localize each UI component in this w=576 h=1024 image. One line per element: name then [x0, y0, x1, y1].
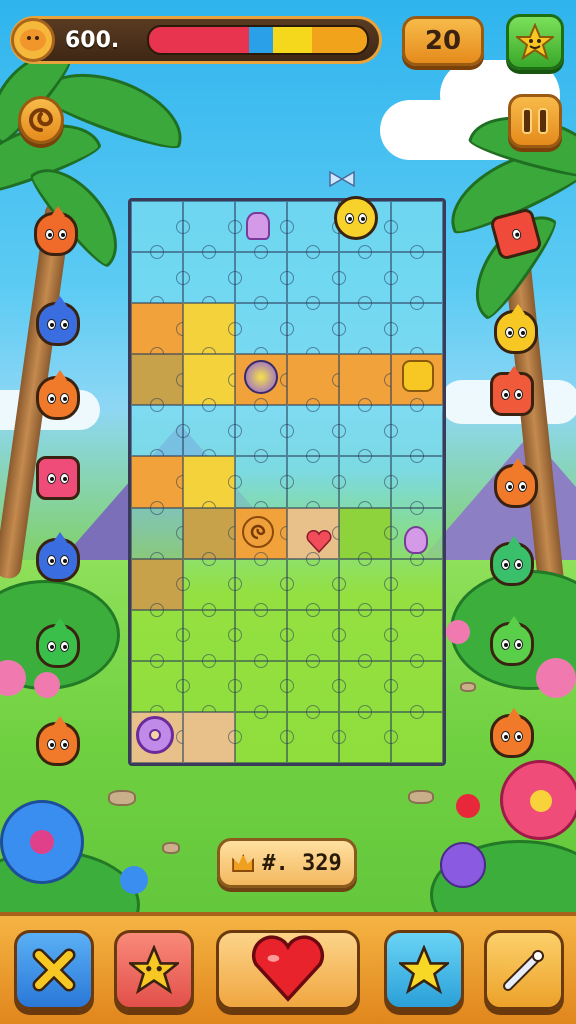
star-icon — [399, 945, 449, 995]
meter-segment — [273, 27, 313, 53]
heart-icon — [251, 935, 325, 1002]
star-boost-button[interactable] — [114, 930, 194, 1010]
rock — [408, 790, 434, 804]
bow-icon — [328, 170, 356, 188]
heart-button[interactable] — [216, 930, 360, 1010]
donut-item[interactable] — [136, 716, 174, 754]
meter-segment — [249, 27, 274, 53]
puzzle-piece[interactable] — [391, 456, 443, 508]
creature-right-3[interactable] — [490, 366, 534, 416]
swirl-icon — [29, 108, 54, 132]
creature-right-7[interactable] — [490, 708, 534, 758]
meter-segment — [149, 27, 250, 53]
star-face-icon — [129, 945, 179, 995]
box-item[interactable] — [402, 360, 434, 392]
star-button[interactable] — [384, 930, 464, 1010]
purple-flower — [440, 842, 486, 888]
puzzle-piece[interactable] — [391, 711, 443, 763]
rock — [162, 842, 180, 854]
creature-left-4[interactable] — [36, 456, 80, 500]
creature-on-board[interactable] — [334, 196, 378, 240]
puzzle-board[interactable] — [128, 198, 446, 766]
rock — [460, 682, 476, 692]
bonus-counter: #. 329 — [217, 838, 357, 888]
swirl-coin-item[interactable] — [242, 516, 274, 548]
creature-right-4[interactable] — [494, 458, 538, 508]
pink-flower — [446, 620, 470, 644]
cross-button[interactable] — [14, 930, 94, 1010]
creature-left-3[interactable] — [36, 370, 80, 420]
progress-meter — [147, 25, 369, 55]
balloon-item[interactable] — [404, 526, 428, 554]
crown-icon — [232, 854, 255, 872]
level-number: 20 — [424, 26, 462, 56]
bonus-text: #. 329 — [262, 850, 342, 876]
blue-flower — [120, 866, 148, 894]
creature-left-6[interactable] — [36, 618, 80, 668]
creature-left-7[interactable] — [36, 716, 80, 766]
gem-item[interactable] — [244, 360, 278, 394]
pink-flower — [536, 658, 576, 698]
flower-center — [30, 830, 54, 854]
score-bar: 600. — [10, 16, 382, 64]
swirl-button[interactable] — [18, 96, 64, 144]
star-face-icon — [516, 23, 554, 61]
level-badge: 20 — [402, 16, 484, 66]
creature-right-2[interactable] — [494, 304, 538, 354]
pink-flower — [34, 672, 60, 698]
meter-segment — [312, 27, 367, 53]
pause-icon — [522, 108, 548, 134]
pause-button[interactable] — [508, 94, 562, 148]
cross-icon — [32, 948, 76, 992]
flower-center — [530, 790, 552, 812]
wand-icon — [503, 950, 544, 991]
creature-left-5[interactable] — [36, 532, 80, 582]
score-value: 600. — [65, 27, 120, 53]
creature-left-1[interactable] — [34, 206, 78, 256]
creature-right-5[interactable] — [490, 536, 534, 586]
rock — [108, 790, 136, 806]
heart-item[interactable] — [306, 530, 332, 554]
wand-button[interactable] — [484, 930, 564, 1010]
creature-right-6[interactable] — [490, 616, 534, 666]
star-menu-button[interactable] — [506, 14, 564, 70]
red-flower — [456, 794, 480, 818]
monster-face-icon — [11, 18, 55, 62]
shell-item[interactable] — [246, 212, 270, 240]
creature-left-2[interactable] — [36, 296, 80, 346]
